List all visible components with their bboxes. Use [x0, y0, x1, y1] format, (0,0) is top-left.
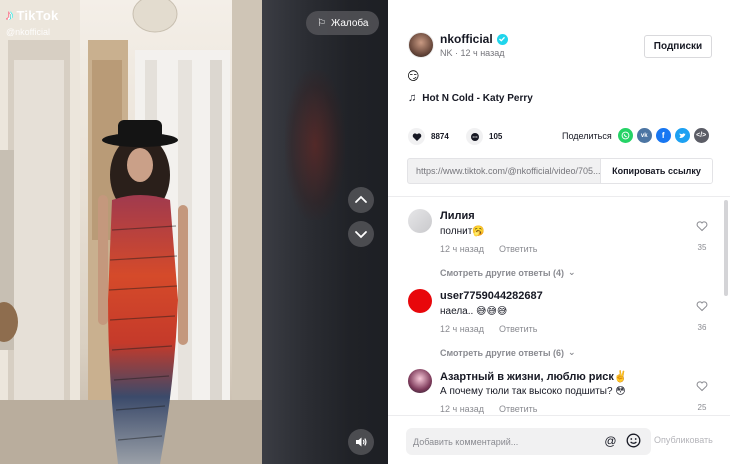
comment-text: наела.. 😅😅😅 — [440, 306, 508, 317]
comment-meta: 12 ч назад Ответить — [440, 324, 537, 334]
follow-button[interactable]: Подписки — [644, 35, 712, 58]
video-player[interactable]: ♪ TikTok @nkofficial ⚐ Жалоба — [0, 0, 388, 464]
reply-button[interactable]: Ответить — [499, 324, 537, 334]
comment-text: полнит🥱 — [440, 226, 485, 237]
comment-like-count: 35 — [697, 243, 707, 252]
mute-toggle-button[interactable] — [348, 429, 374, 455]
comment-composer: Добавить комментарий... @ Опубликовать — [388, 415, 730, 464]
comment-time: 12 ч назад — [440, 324, 484, 334]
heart-icon[interactable] — [408, 128, 425, 145]
chevron-up-icon — [355, 195, 367, 203]
comment-time: 12 ч назад — [440, 404, 484, 414]
commenter-name[interactable]: user7759044282687 — [440, 290, 543, 302]
reply-button[interactable]: Ответить — [499, 404, 537, 414]
tiktok-logo-text: TikTok — [16, 8, 59, 23]
embed-icon[interactable]: </> — [693, 128, 709, 143]
heart-outline-icon — [696, 301, 708, 312]
tiktok-logo: ♪ TikTok — [6, 7, 58, 24]
comment-like-button[interactable] — [694, 219, 710, 237]
video-scene — [0, 0, 262, 464]
comment-bubble-icon[interactable] — [466, 128, 483, 145]
chevron-down-icon: ⌄ — [568, 267, 576, 277]
comments-list[interactable]: Лилия полнит🥱 12 ч назад Ответить 35 Смо… — [388, 197, 730, 415]
author-avatar[interactable] — [408, 32, 434, 58]
view-more-replies-button[interactable]: Смотреть другие ответы (4) ⌄ — [440, 267, 576, 278]
music-title[interactable]: Hot N Cold - Katy Perry — [422, 93, 533, 104]
share-row: Поделиться vk f </> — [562, 128, 709, 143]
twitter-icon[interactable] — [674, 128, 690, 143]
like-count: 8874 — [431, 132, 449, 141]
volume-icon — [356, 437, 367, 447]
chevron-down-icon — [355, 231, 367, 239]
previous-video-button[interactable] — [348, 187, 374, 213]
author-meta: NK · 12 ч назад — [440, 48, 505, 58]
report-label: Жалоба — [330, 17, 369, 29]
commenter-name[interactable]: Азартный в жизни, люблю риск✌️ — [440, 370, 628, 383]
view-more-replies-label: Смотреть другие ответы (4) — [440, 267, 565, 278]
flag-icon: ⚐ — [317, 17, 326, 29]
view-more-replies-label: Смотреть другие ответы (6) — [440, 347, 565, 358]
comment-like-button[interactable] — [694, 299, 710, 317]
video-watermark-handle: @nkofficial — [6, 27, 50, 37]
heart-outline-icon — [696, 381, 708, 392]
commenter-avatar[interactable] — [408, 209, 432, 233]
heart-outline-icon — [696, 221, 708, 232]
report-button[interactable]: ⚐ Жалоба — [306, 11, 380, 35]
post-caption: 😏 — [407, 69, 420, 83]
music-link[interactable]: ♫ Hot N Cold - Katy Perry — [408, 92, 533, 104]
facebook-icon[interactable]: f — [655, 128, 671, 143]
comments-scrollbar[interactable] — [724, 200, 728, 296]
commenter-avatar[interactable] — [408, 369, 432, 393]
reply-button[interactable]: Ответить — [499, 244, 537, 254]
comment-count: 105 — [489, 132, 503, 141]
blur-shape — [285, 70, 345, 220]
comment-meta: 12 ч назад Ответить — [440, 244, 537, 254]
comment-like-button[interactable] — [694, 379, 710, 397]
mention-icon[interactable]: @ — [603, 434, 618, 449]
chevron-down-icon: ⌄ — [568, 347, 576, 357]
vk-icon[interactable]: vk — [636, 128, 652, 143]
comment-time: 12 ч назад — [440, 244, 484, 254]
video-frame — [0, 0, 262, 464]
share-label: Поделиться — [562, 130, 612, 141]
commenter-avatar[interactable] — [408, 289, 432, 313]
emoji-icon[interactable] — [626, 433, 641, 448]
video-link-url[interactable]: https://www.tiktok.com/@nkofficial/video… — [408, 166, 600, 176]
view-more-replies-button[interactable]: Смотреть другие ответы (6) ⌄ — [440, 347, 576, 358]
copy-link-button[interactable]: Копировать ссылку — [600, 159, 712, 183]
author-name-row[interactable]: nkofficial — [440, 32, 508, 46]
next-video-button[interactable] — [348, 221, 374, 247]
comment-action[interactable]: 105 — [466, 128, 502, 145]
comment-meta: 12 ч назад Ответить — [440, 404, 537, 414]
comment-like-count: 36 — [697, 323, 707, 332]
commenter-name[interactable]: Лилия — [440, 210, 475, 222]
comment-text: А почему тюли так высоко подшиты? 😳 — [440, 386, 626, 397]
publish-button[interactable]: Опубликовать — [654, 435, 713, 445]
verified-badge-icon — [496, 33, 508, 45]
like-action[interactable]: 8874 — [408, 128, 449, 145]
whatsapp-icon[interactable] — [617, 128, 633, 143]
music-note-icon: ♫ — [408, 92, 417, 104]
comment-like-count: 25 — [697, 403, 707, 412]
author-name[interactable]: nkofficial — [440, 32, 493, 46]
video-link-box: https://www.tiktok.com/@nkofficial/video… — [407, 158, 713, 184]
tiktok-note-icon: ♪ — [6, 7, 14, 24]
